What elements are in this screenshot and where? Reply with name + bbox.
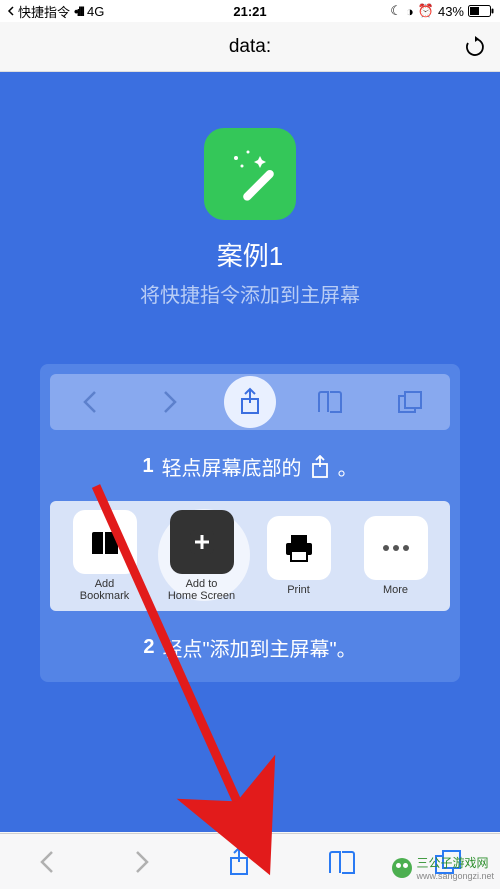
step-1-before: 轻点屏幕底部的 [162, 452, 302, 481]
chevron-left-icon [38, 848, 56, 876]
magic-wand-icon [220, 144, 280, 204]
sheet-item-home: Add to Home Screen [158, 510, 246, 602]
reload-icon [464, 36, 486, 58]
chevron-right-icon [133, 848, 151, 876]
forward-icon [144, 376, 196, 428]
more-icon [364, 516, 428, 580]
illustration-safari-toolbar [50, 374, 450, 430]
illustration-share-sheet: Add Bookmark Add to Home Screen Print Mo… [50, 501, 450, 611]
watermark-text: 三公子游戏网 [416, 854, 494, 871]
chevron-left-icon [6, 6, 16, 16]
tabs-icon [384, 376, 436, 428]
back-to-app[interactable]: 快捷指令 [6, 2, 70, 21]
signal-icon [74, 4, 83, 19]
instruction-card: 1 轻点屏幕底部的 。 Add Bookmark Add to Home Scr… [40, 364, 460, 682]
sheet-item-more: More [352, 516, 440, 596]
moon-icon: ☾ [390, 3, 402, 19]
step-2-number: 2 [143, 636, 154, 659]
step-1-number: 1 [142, 455, 153, 478]
toolbar-share-button[interactable] [227, 847, 251, 877]
sheet-label-print: Print [287, 584, 310, 596]
watermark-url: www.sangongzi.net [416, 871, 494, 881]
dnd-icon: ◑ [406, 4, 414, 19]
bookmarks-icon [327, 849, 357, 875]
status-time: 21:21 [233, 4, 266, 19]
status-right: ☾ ◑ ⏰ 43% [390, 3, 494, 19]
bookmarks-icon [304, 376, 356, 428]
shortcut-title: 案例1 [217, 236, 283, 273]
step-2-text: 2 轻点"添加到主屏幕"。 [143, 633, 356, 662]
alarm-icon: ⏰ [418, 3, 434, 19]
toolbar-bookmarks-button[interactable] [327, 849, 357, 875]
print-icon [267, 516, 331, 580]
shortcut-subtitle: 将快捷指令添加到主屏幕 [140, 279, 360, 308]
toolbar-forward-button[interactable] [133, 848, 151, 876]
add-home-icon [170, 510, 234, 574]
step-1-text: 1 轻点屏幕底部的 。 [142, 452, 357, 481]
sheet-item-bookmark: Add Bookmark [61, 510, 149, 602]
watermark-logo-icon [392, 858, 412, 878]
network-label: 4G [87, 4, 104, 19]
sheet-item-print: Print [255, 516, 343, 596]
back-icon [64, 376, 116, 428]
battery-icon [468, 5, 494, 17]
watermark: 三公子游戏网 www.sangongzi.net [392, 854, 494, 881]
share-icon [227, 847, 251, 877]
toolbar-back-button[interactable] [38, 848, 56, 876]
sheet-label-more: More [383, 584, 408, 596]
url-text: data: [229, 36, 271, 58]
share-icon-highlighted [224, 376, 276, 428]
add-bookmark-icon [73, 510, 137, 574]
url-bar[interactable]: data: [0, 22, 500, 72]
step-1-after: 。 [338, 452, 358, 481]
sheet-label-bookmark: Add Bookmark [80, 578, 130, 602]
sheet-label-home: Add to Home Screen [168, 578, 235, 602]
page-content: 案例1 将快捷指令添加到主屏幕 1 轻点屏幕底部的 [0, 72, 500, 832]
reload-button[interactable] [464, 36, 486, 58]
shortcut-app-icon [204, 128, 296, 220]
status-bar: 快捷指令 4G 21:21 ☾ ◑ ⏰ 43% [0, 0, 500, 22]
status-left: 快捷指令 4G [6, 2, 104, 21]
battery-pct: 43% [438, 4, 464, 19]
share-icon [310, 455, 330, 479]
step-2-label: 轻点"添加到主屏幕"。 [162, 633, 356, 662]
